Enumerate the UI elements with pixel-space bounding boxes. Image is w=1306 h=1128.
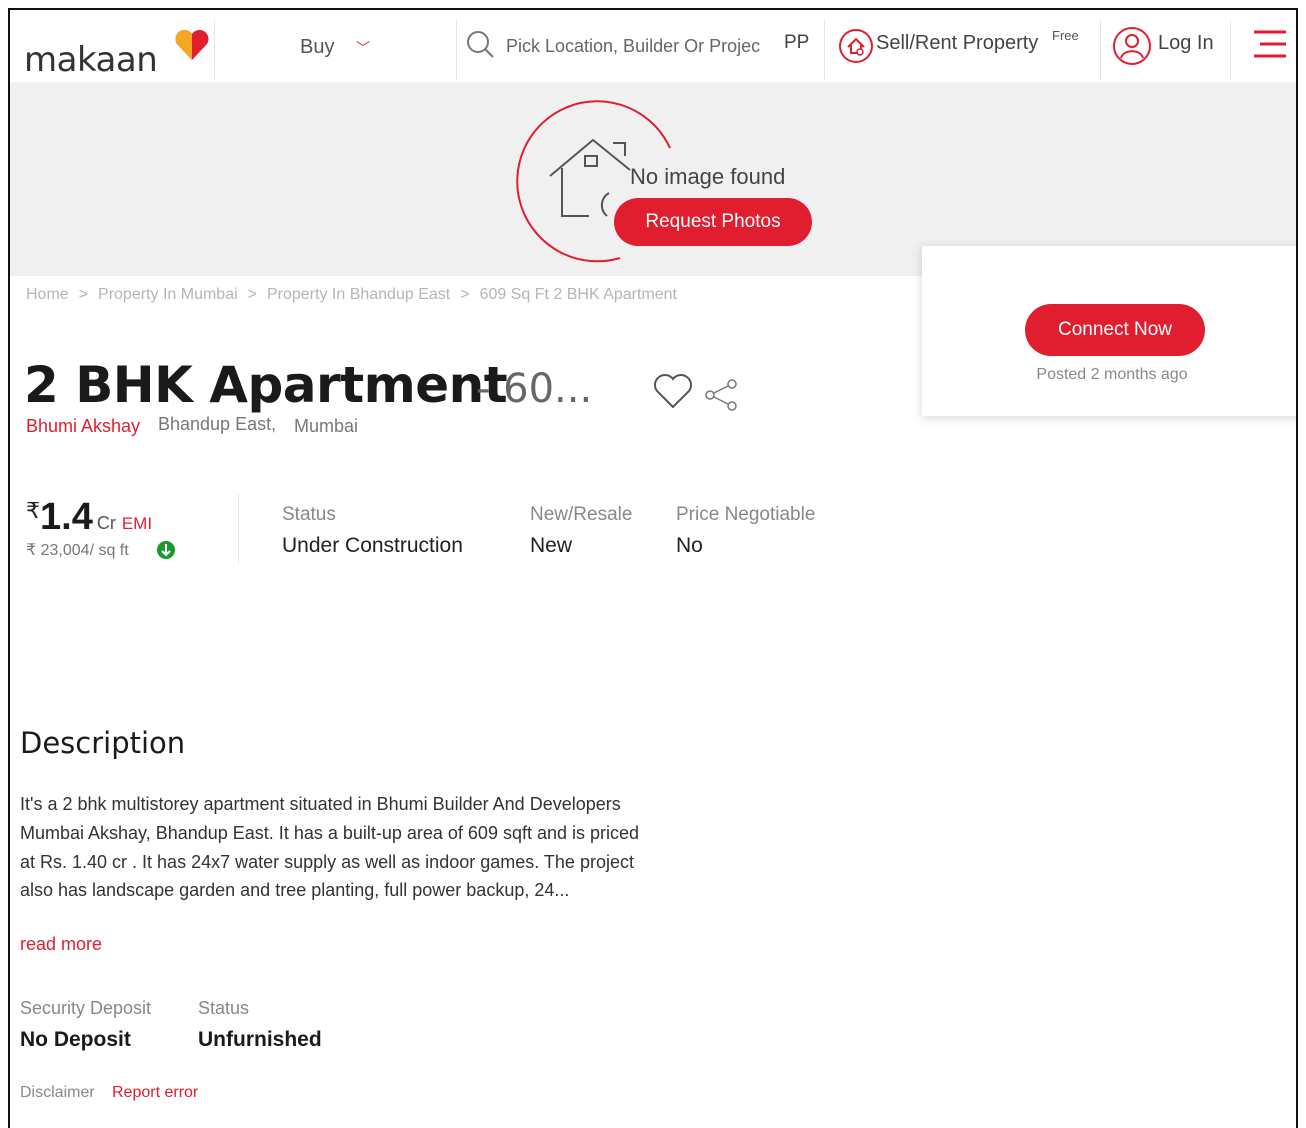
login-link[interactable]: Log In: [1158, 32, 1214, 55]
breadcrumb: Home > Property In Mumbai > Property In Bhan…: [26, 286, 677, 304]
buy-label: Buy: [300, 36, 335, 58]
search-input[interactable]: [506, 32, 811, 60]
header-divider: [214, 20, 215, 80]
search-icon[interactable]: [466, 30, 496, 60]
breadcrumb-item[interactable]: Property In Bhandup East: [267, 286, 450, 303]
detail-value: No Deposit: [20, 1028, 131, 1051]
no-image-text: No image found: [630, 164, 786, 189]
connect-now-button[interactable]: Connect Now: [1025, 304, 1205, 356]
share-icon[interactable]: [704, 378, 738, 412]
attribute-label: Status: [282, 504, 336, 525]
breadcrumb-separator: >: [78, 286, 89, 303]
read-more-link[interactable]: read more: [20, 934, 102, 955]
breadcrumb-item[interactable]: Home: [26, 286, 69, 303]
search-input-overflow: PP: [784, 32, 810, 53]
description-heading: Description: [20, 726, 186, 760]
page-frame: makaan Buy ﹀ PP Sell/Rent Property Free: [8, 8, 1298, 1128]
chevron-down-icon: ﹀: [356, 40, 371, 56]
listing-size: - 60...: [476, 366, 593, 412]
attribute-value: No: [676, 534, 703, 557]
attribute-label: Price Negotiable: [676, 504, 816, 525]
free-badge: Free: [1052, 28, 1079, 43]
user-icon[interactable]: [1112, 26, 1152, 66]
header-divider: [1100, 20, 1101, 80]
attribute-value: New: [530, 534, 573, 557]
city-text: Mumbai: [294, 416, 359, 436]
logo-text: makaan: [24, 40, 158, 80]
attribute-value: Under Construction: [282, 534, 463, 557]
report-error-link[interactable]: Report error: [112, 1084, 198, 1102]
attribute-label: New/Resale: [530, 504, 633, 525]
detail-label: Security Deposit: [20, 998, 152, 1018]
hamburger-menu-icon[interactable]: [1252, 28, 1288, 62]
locality-text: Bhandup East,: [158, 414, 277, 434]
description-body: It's a 2 bhk multistorey apartment situa…: [20, 794, 640, 901]
detail-value: Unfurnished: [198, 1028, 322, 1051]
project-link[interactable]: Bhumi Akshay: [26, 416, 140, 437]
breadcrumb-separator: >: [247, 286, 257, 303]
price-unit: Cr: [96, 513, 116, 533]
header-divider: [456, 20, 457, 80]
connect-card: Connect Now Posted 2 months ago: [922, 246, 1296, 416]
listing-title: 2 BHK Apartment: [24, 356, 508, 414]
makaan-logo[interactable]: makaan: [24, 28, 209, 80]
emi-link[interactable]: EMI: [122, 514, 152, 533]
posted-time: Posted 2 months ago: [1036, 366, 1188, 383]
sell-rent-link[interactable]: Sell/Rent Property: [876, 32, 1038, 55]
price: ₹1.4 Cr EMI: [26, 496, 152, 539]
header-divider: [1230, 20, 1231, 80]
header-divider: [824, 20, 825, 80]
price-divider: [238, 494, 239, 564]
top-navbar: makaan Buy ﹀ PP Sell/Rent Property Free: [10, 10, 1296, 82]
price-value: 1.4: [40, 496, 93, 538]
disclaimer-link[interactable]: Disclaimer: [20, 1084, 95, 1102]
request-photos-button[interactable]: Request Photos: [614, 198, 812, 246]
sell-home-icon[interactable]: [838, 28, 874, 64]
breadcrumb-current: 609 Sq Ft 2 BHK Apartment: [479, 286, 677, 303]
price-down-arrow-icon: [157, 541, 175, 559]
price-per-sqft: ₹ 23,004/ sq ft: [26, 542, 129, 559]
currency-symbol: ₹: [26, 498, 40, 523]
buy-dropdown[interactable]: Buy ﹀: [300, 36, 370, 59]
detail-label: Status: [198, 998, 250, 1018]
breadcrumb-item[interactable]: Property In Mumbai: [98, 286, 238, 303]
favorite-heart-icon[interactable]: [652, 372, 694, 410]
breadcrumb-separator: >: [460, 286, 470, 303]
heart-logo-icon: [175, 29, 209, 60]
